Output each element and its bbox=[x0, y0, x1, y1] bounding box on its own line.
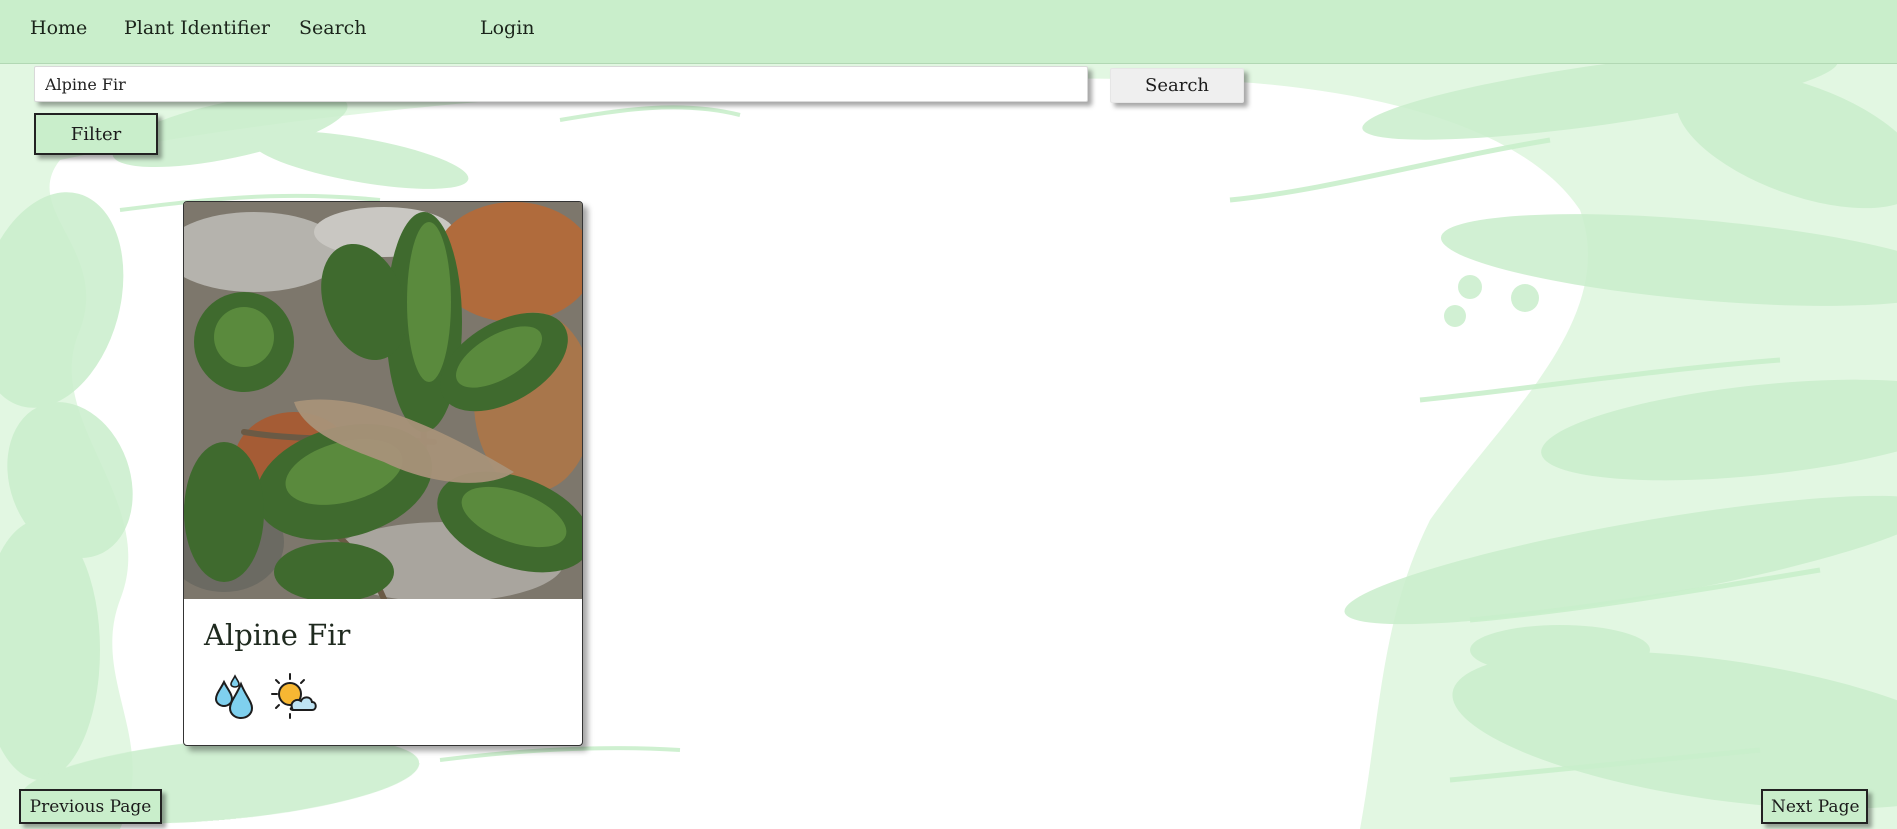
plant-card[interactable]: Alpine Fir bbox=[183, 201, 583, 746]
nav-home-link[interactable]: Home bbox=[30, 16, 87, 40]
nav-search-link[interactable]: Search bbox=[299, 16, 367, 40]
filter-button[interactable]: Filter bbox=[34, 113, 158, 155]
nav-login-link[interactable]: Login bbox=[480, 16, 535, 40]
water-drops-icon bbox=[214, 674, 254, 720]
plant-photo bbox=[184, 202, 582, 599]
search-input[interactable] bbox=[34, 66, 1088, 102]
next-page-button[interactable]: Next Page bbox=[1761, 789, 1868, 824]
search-button[interactable]: Search bbox=[1110, 68, 1244, 103]
navbar: Home Plant Identifier Search Login bbox=[0, 0, 1897, 64]
plant-name: Alpine Fir bbox=[204, 618, 351, 652]
previous-page-button[interactable]: Previous Page bbox=[19, 789, 162, 824]
nav-plant-identifier-link[interactable]: Plant Identifier bbox=[124, 16, 270, 40]
partly-sunny-icon bbox=[271, 673, 317, 719]
